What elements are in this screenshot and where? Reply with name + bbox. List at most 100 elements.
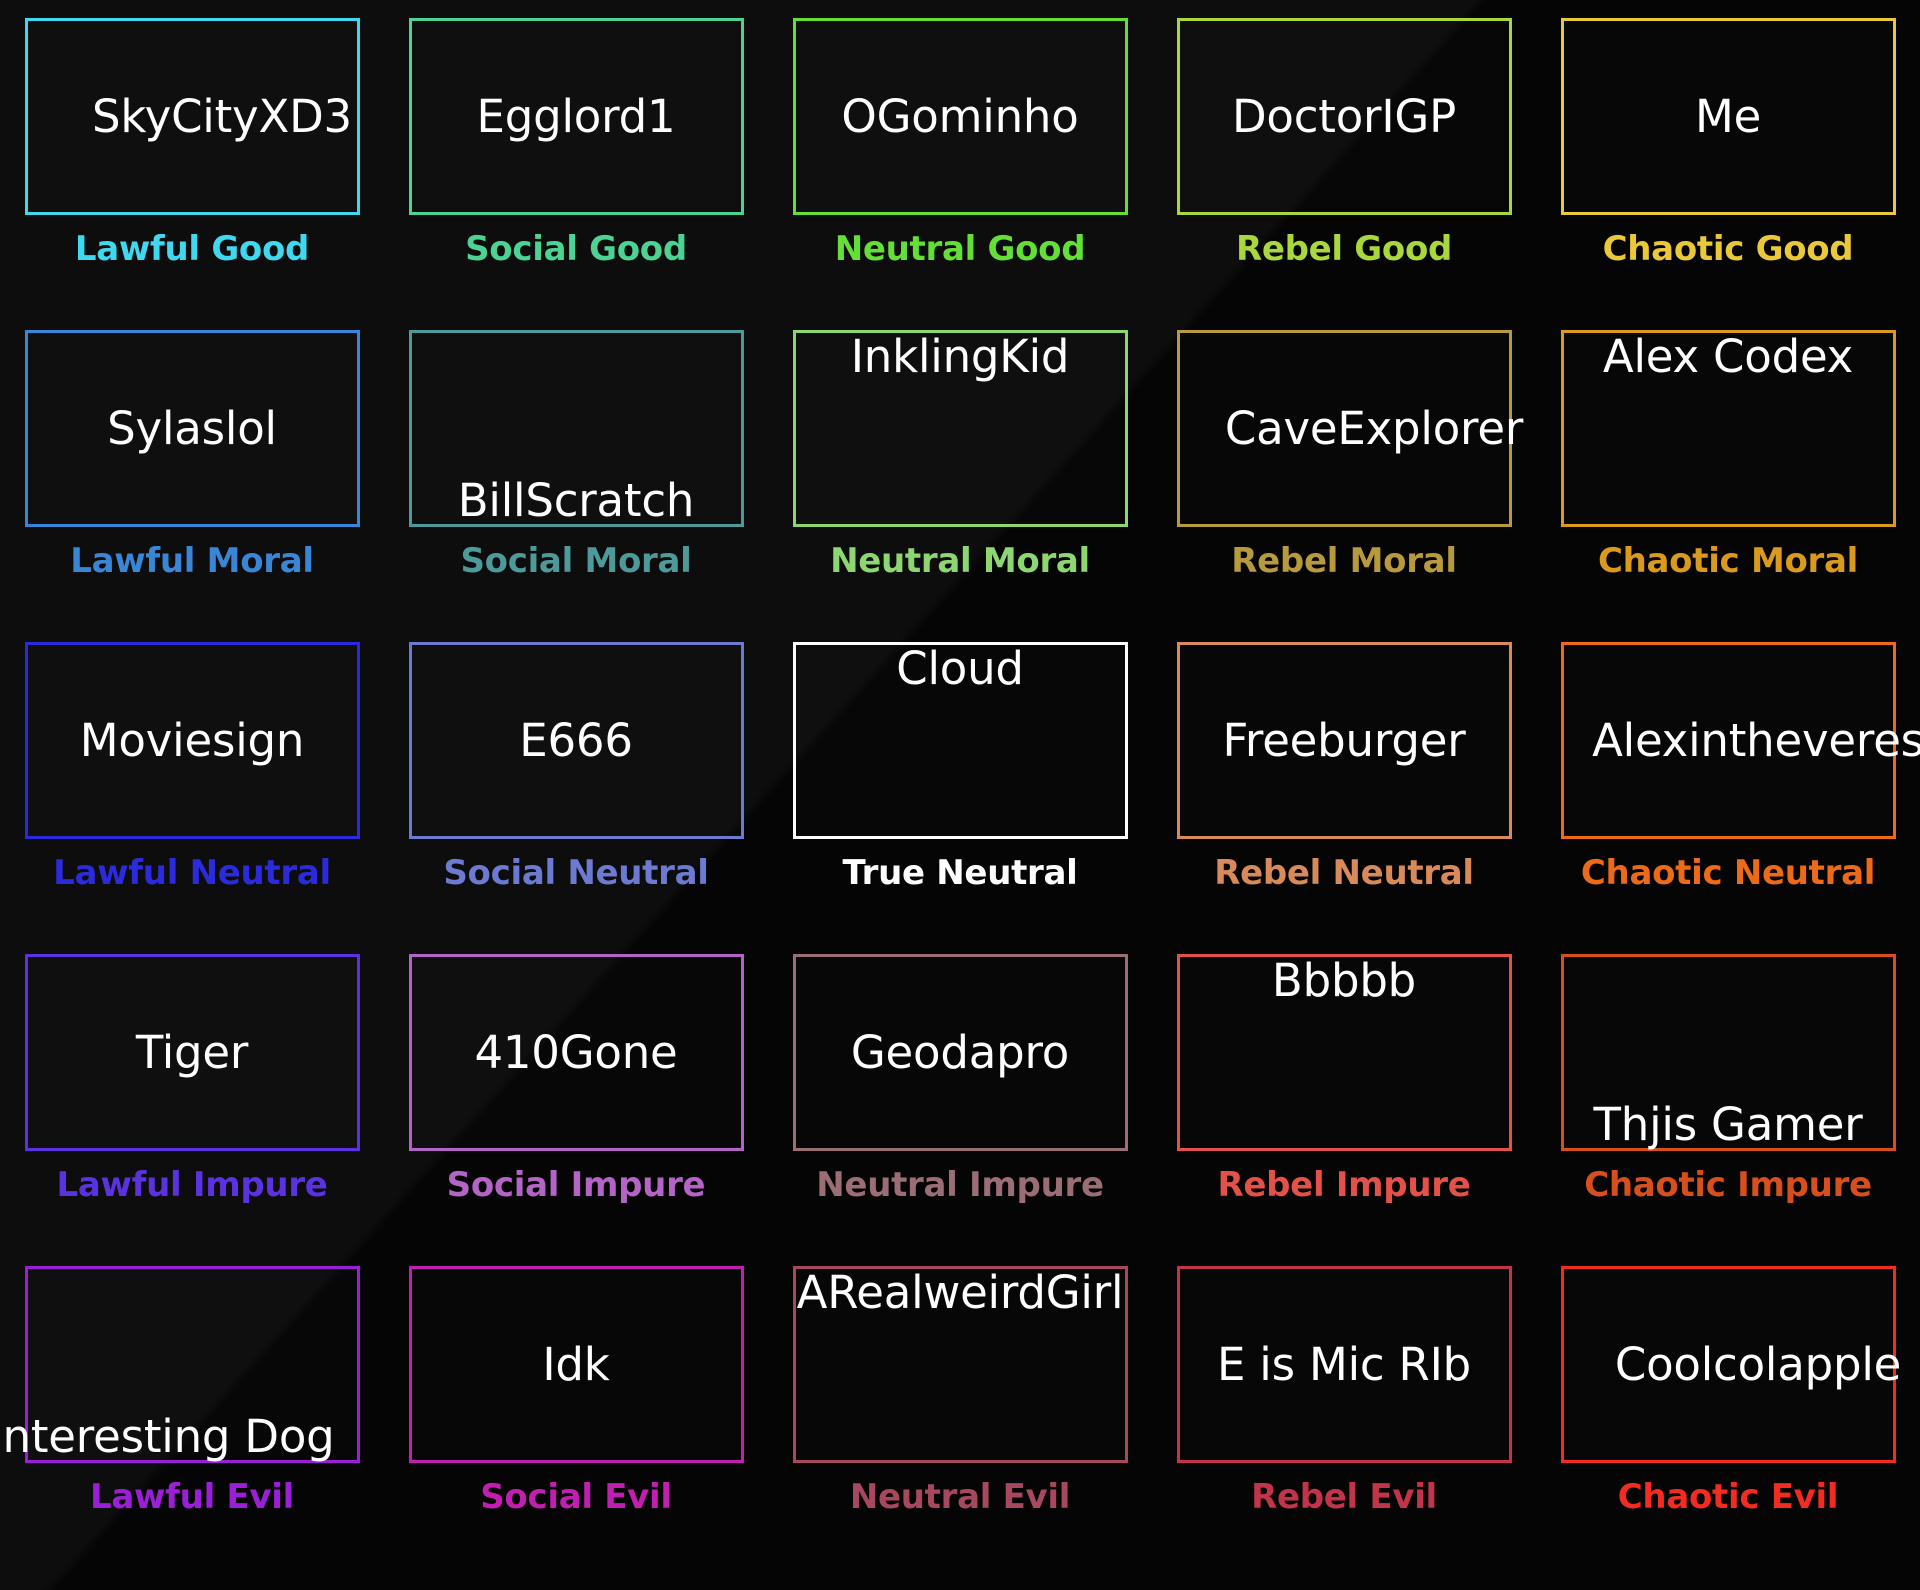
alignment-cell: Freeburger Rebel Neutral xyxy=(1152,624,1536,936)
alignment-cell: Bbbbb Rebel Impure xyxy=(1152,936,1536,1248)
alignment-cell: 410Gone Social Impure xyxy=(384,936,768,1248)
alignment-chart: SkyCityXD3 Lawful Good Egglord1 Social Good… xyxy=(0,0,1920,1590)
alignment-entry-name: 410Gone xyxy=(474,1025,678,1079)
alignment-box[interactable]: E is Mic RIb xyxy=(1176,1266,1512,1463)
alignment-label: Social Impure xyxy=(446,1165,706,1205)
alignment-label: Social Neutral xyxy=(443,853,709,893)
alignment-entry-name: DoctorIGP xyxy=(1231,89,1457,143)
alignment-entry-name: E666 xyxy=(519,713,633,767)
alignment-entry-name: Moviesign xyxy=(79,713,305,767)
alignment-box[interactable]: Freeburger xyxy=(1176,642,1512,839)
alignment-box[interactable]: Cloud xyxy=(792,642,1128,839)
alignment-box[interactable]: DoctorIGP xyxy=(1176,18,1512,215)
alignment-label: Rebel Impure xyxy=(1217,1165,1471,1205)
alignment-label: Chaotic Neutral xyxy=(1580,853,1876,893)
alignment-entry-name: BillScratch xyxy=(457,473,695,527)
alignment-label: Social Good xyxy=(465,229,687,269)
alignment-label: Lawful Evil xyxy=(90,1477,294,1517)
alignment-cell: ARealweirdGirl Neutral Evil xyxy=(768,1248,1152,1560)
alignment-label: Lawful Good xyxy=(74,229,310,269)
alignment-label: Rebel Moral xyxy=(1231,541,1457,581)
alignment-label: Neutral Evil xyxy=(849,1477,1071,1517)
alignment-label: Chaotic Evil xyxy=(1617,1477,1839,1517)
alignment-entry-name: Geodapro xyxy=(850,1025,1070,1079)
alignment-entry-name: Sylaslol xyxy=(107,401,277,455)
alignment-entry-name: Me xyxy=(1694,89,1762,143)
alignment-cell: Me Chaotic Good xyxy=(1536,0,1920,312)
alignment-box[interactable]: InklingKid xyxy=(792,330,1128,527)
alignment-box[interactable]: Sylaslol xyxy=(24,330,360,527)
alignment-cell: Interesting Dog Lawful Evil xyxy=(0,1248,384,1560)
alignment-entry-name: Egglord1 xyxy=(476,89,676,143)
alignment-cell: DoctorIGP Rebel Good xyxy=(1152,0,1536,312)
alignment-cell: Thjis Gamer Chaotic Impure xyxy=(1536,936,1920,1248)
alignment-label: Chaotic Moral xyxy=(1597,541,1858,581)
alignment-label: Chaotic Good xyxy=(1602,229,1854,269)
alignment-label: Lawful Impure xyxy=(56,1165,328,1205)
alignment-box[interactable]: Coolcolapple xyxy=(1560,1266,1901,1463)
alignment-entry-name: Thjis Gamer xyxy=(1593,1097,1863,1151)
alignment-cell: SkyCityXD3 Lawful Good xyxy=(0,0,384,312)
alignment-box[interactable]: Idk xyxy=(408,1266,744,1463)
alignment-box[interactable]: Alexintheveres xyxy=(1560,642,1920,839)
alignment-entry-name: CaveExplorer xyxy=(1224,401,1524,455)
alignment-box[interactable]: E666 xyxy=(408,642,744,839)
alignment-entry-name: Tiger xyxy=(135,1025,249,1079)
alignment-box[interactable]: ARealweirdGirl xyxy=(792,1266,1128,1463)
alignment-box[interactable]: Me xyxy=(1560,18,1896,215)
alignment-box[interactable]: Geodapro xyxy=(792,954,1128,1151)
alignment-cell: OGominho Neutral Good xyxy=(768,0,1152,312)
alignment-entry-name: SkyCityXD3 xyxy=(92,89,352,143)
alignment-cell: E is Mic RIb Rebel Evil xyxy=(1152,1248,1536,1560)
alignment-label: True Neutral xyxy=(842,853,1078,893)
alignment-label: Lawful Moral xyxy=(70,541,314,581)
alignment-entry-name: Idk xyxy=(542,1337,610,1391)
alignment-cell: BillScratch Social Moral xyxy=(384,312,768,624)
alignment-box[interactable]: 410Gone xyxy=(408,954,744,1151)
alignment-label: Rebel Evil xyxy=(1251,1477,1437,1517)
alignment-cell: Moviesign Lawful Neutral xyxy=(0,624,384,936)
alignment-entry-name: Alexintheveres xyxy=(1592,713,1920,767)
alignment-label: Social Moral xyxy=(460,541,692,581)
alignment-cell: Alexintheveres Chaotic Neutral xyxy=(1536,624,1920,936)
alignment-entry-name: Interesting Dog xyxy=(0,1409,335,1463)
alignment-cell: Idk Social Evil xyxy=(384,1248,768,1560)
alignment-grid: SkyCityXD3 Lawful Good Egglord1 Social Good… xyxy=(0,0,1920,1560)
alignment-entry-name: Coolcolapple xyxy=(1614,1337,1902,1391)
alignment-box[interactable]: Alex Codex xyxy=(1560,330,1896,527)
alignment-cell: InklingKid Neutral Moral xyxy=(768,312,1152,624)
alignment-entry-name: Freeburger xyxy=(1222,713,1466,767)
alignment-cell: Tiger Lawful Impure xyxy=(0,936,384,1248)
alignment-entry-name: ARealweirdGirl xyxy=(796,1266,1124,1319)
alignment-box[interactable]: BillScratch xyxy=(408,330,744,527)
alignment-box[interactable]: Egglord1 xyxy=(408,18,744,215)
alignment-label: Rebel Good xyxy=(1235,229,1453,269)
alignment-entry-name: Alex Codex xyxy=(1602,330,1854,383)
alignment-entry-name: InklingKid xyxy=(850,330,1070,383)
alignment-entry-name: E is Mic RIb xyxy=(1216,1337,1472,1391)
alignment-box[interactable]: OGominho xyxy=(792,18,1128,215)
alignment-label: Chaotic Impure xyxy=(1584,1165,1872,1205)
alignment-cell: Cloud True Neutral xyxy=(768,624,1152,936)
alignment-cell: Coolcolapple Chaotic Evil xyxy=(1536,1248,1920,1560)
alignment-cell: Egglord1 Social Good xyxy=(384,0,768,312)
alignment-cell: E666 Social Neutral xyxy=(384,624,768,936)
alignment-box[interactable]: Tiger xyxy=(24,954,360,1151)
alignment-entry-name: Cloud xyxy=(896,642,1024,695)
alignment-box[interactable]: Interesting Dog xyxy=(0,1266,360,1463)
alignment-cell: Alex Codex Chaotic Moral xyxy=(1536,312,1920,624)
alignment-entry-name: Bbbbb xyxy=(1271,954,1417,1007)
alignment-cell: CaveExplorer Rebel Moral xyxy=(1152,312,1536,624)
alignment-box[interactable]: CaveExplorer xyxy=(1176,330,1523,527)
alignment-label: Neutral Moral xyxy=(830,541,1090,581)
alignment-label: Social Evil xyxy=(480,1477,672,1517)
alignment-label: Rebel Neutral xyxy=(1214,853,1474,893)
alignment-box[interactable]: Thjis Gamer xyxy=(1560,954,1896,1151)
alignment-cell: Sylaslol Lawful Moral xyxy=(0,312,384,624)
alignment-cell: Geodapro Neutral Impure xyxy=(768,936,1152,1248)
alignment-label: Neutral Good xyxy=(834,229,1086,269)
alignment-label: Neutral Impure xyxy=(816,1165,1104,1205)
alignment-box[interactable]: SkyCityXD3 xyxy=(24,18,360,215)
alignment-box[interactable]: Bbbbb xyxy=(1176,954,1512,1151)
alignment-box[interactable]: Moviesign xyxy=(24,642,360,839)
